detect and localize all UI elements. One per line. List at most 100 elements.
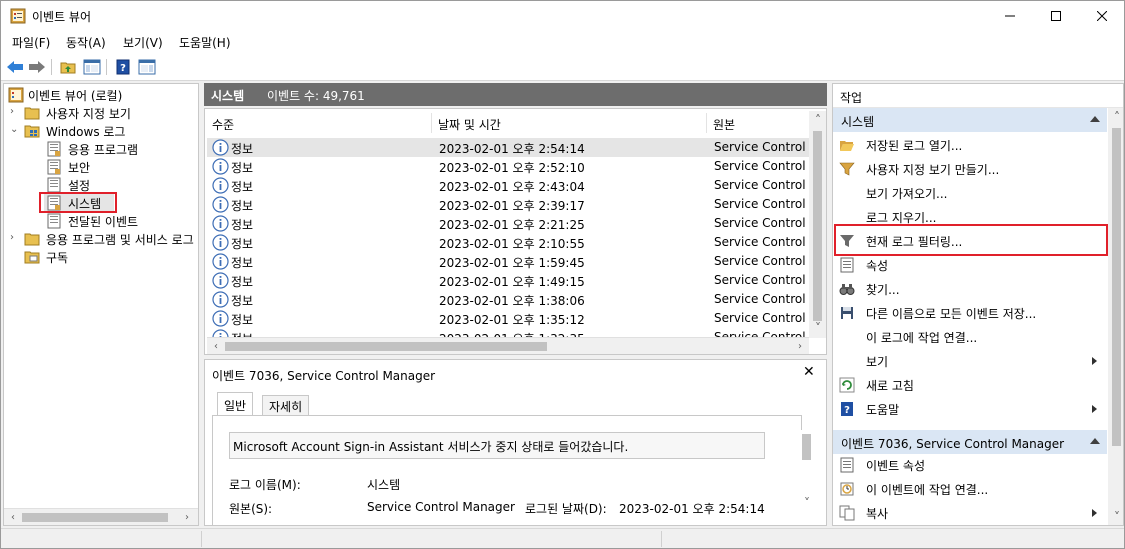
scrollbar-thumb[interactable] [1112,128,1121,446]
action-item[interactable]: 보기 [837,350,1105,372]
menu-file[interactable]: 파일(F) [12,34,50,51]
show-hide-tree-button[interactable] [82,57,102,77]
table-row[interactable]: 정보 2023-02-01 오후 2:39:17 Service Control M… [207,195,810,214]
action-label: 이 이벤트에 작업 연결... [866,483,989,497]
scroll-down-arrow-icon[interactable]: ˅ [1110,510,1123,524]
scroll-left-arrow-icon[interactable]: ‹ [6,510,20,524]
back-button[interactable] [5,57,25,77]
table-row[interactable]: 정보 2023-02-01 오후 2:21:25 Service Control M… [207,214,810,233]
table-row[interactable]: 정보 2023-02-01 오후 1:38:06 Service Control M… [207,290,810,309]
tab-details[interactable]: 자세히 [262,395,310,416]
toolbar: ? [1,53,1124,81]
info-icon [212,234,229,251]
detail-outer-scrollbar[interactable]: ˅ [798,430,815,520]
action-label: 복사 [866,507,889,521]
minimize-button[interactable] [987,1,1033,31]
actions-section-event[interactable]: 이벤트 7036, Service Control Manager [833,430,1107,454]
console-tree: 이벤트 뷰어 (로컬) › 사용자 지정 보기 ⌄ Windows 로그 응용 … [3,83,199,526]
action-item[interactable]: 복사 [837,502,1105,524]
action-item[interactable]: 이벤트 속성 [837,454,1105,476]
action-item[interactable]: 보기 가져오기... [837,182,1105,204]
window-title: 이벤트 뷰어 [32,10,92,24]
copy-icon [839,505,855,521]
help-book-icon: ? [841,402,853,416]
status-bar [1,528,1124,548]
info-icon [212,253,229,270]
table-row[interactable]: 정보 2023-02-01 오후 1:59:45 Service Control M… [207,252,810,271]
table-row[interactable]: 정보 2023-02-01 오후 1:35:12 Service Control M… [207,309,810,328]
section-label: 이벤트 7036, Service Control Manager [841,437,1065,451]
scrollbar-thumb[interactable] [225,342,547,351]
scroll-left-arrow-icon[interactable]: ‹ [209,339,223,353]
scrollbar-thumb[interactable] [22,513,168,522]
menu-help[interactable]: 도움말(H) [179,34,231,51]
column-header-level[interactable]: 수준 [212,116,234,140]
table-row[interactable]: 정보 2023-02-01 오후 2:43:04 Service Control M… [207,176,810,195]
tree-label: 응용 프로그램 [68,143,139,157]
filter-funnel-icon [839,162,855,176]
show-action-pane-button[interactable] [137,57,157,77]
scroll-right-arrow-icon[interactable]: › [180,510,194,524]
event-level: 정보 [231,161,254,175]
refresh-icon [839,377,855,393]
column-separator[interactable] [706,113,707,133]
scrollbar-thumb[interactable] [802,434,811,460]
chevron-down-icon[interactable]: ⌄ [10,125,20,135]
event-datetime: 2023-02-01 오후 2:10:55 [439,237,585,251]
column-header-datetime[interactable]: 날짜 및 시간 [438,116,501,140]
table-row[interactable]: 정보 2023-02-01 오후 1:49:15 Service Control M… [207,271,810,290]
log-icon [47,159,61,175]
table-row[interactable]: 정보 2023-02-01 오후 2:10:55 Service Control M… [207,233,810,252]
events-vertical-scrollbar[interactable]: ˄ ˅ [809,111,826,338]
close-icon [1097,11,1107,21]
event-datetime: 2023-02-01 오후 2:43:04 [439,180,585,194]
collapse-arrow-icon[interactable] [1090,116,1100,122]
chevron-right-icon[interactable]: › [10,107,20,117]
collapse-arrow-icon[interactable] [1090,438,1100,444]
table-row[interactable]: 정보 2023-02-01 오후 2:52:10 Service Control M… [207,157,810,176]
menu-view[interactable]: 보기(V) [123,34,163,51]
action-item[interactable]: 이 로그에 작업 연결... [837,326,1105,348]
info-icon [212,139,229,156]
table-row[interactable]: 정보 2023-02-01 오후 2:54:14 Service Control M… [207,138,810,157]
column-header-source[interactable]: 원본 [713,116,735,140]
actions-vertical-scrollbar[interactable]: ˄ ˅ [1108,108,1123,525]
action-item[interactable]: 찾기... [837,278,1105,300]
action-item[interactable]: 사용자 지정 보기 만들기... [837,158,1105,180]
log-name-field-label: 로그 이름(M): [229,478,301,492]
event-datetime: 2023-02-01 오후 1:35:12 [439,313,585,327]
action-item[interactable]: 다른 이름으로 모든 이벤트 저장... [837,302,1105,324]
tree-label: Windows 로그 [46,125,126,139]
event-level: 정보 [231,142,254,156]
column-separator[interactable] [431,113,432,133]
scroll-down-arrow-icon[interactable]: ˅ [800,496,814,510]
chevron-right-icon[interactable]: › [10,233,20,243]
forward-button[interactable] [27,57,47,77]
submenu-arrow-icon [1092,509,1097,517]
close-button[interactable] [1079,1,1125,31]
filter-highlight-box [834,224,1108,256]
scroll-up-arrow-icon[interactable]: ˄ [1110,110,1123,124]
help-button[interactable]: ? [113,57,133,77]
events-horizontal-scrollbar[interactable]: ‹ › [207,337,809,354]
actions-section-system[interactable]: 시스템 [833,108,1107,132]
scroll-down-arrow-icon[interactable]: ˅ [811,321,825,335]
action-item[interactable]: 이 이벤트에 작업 연결... [837,478,1105,500]
up-folder-button[interactable] [58,57,78,77]
event-level: 정보 [231,237,254,251]
menu-action[interactable]: 동작(A) [66,34,106,51]
action-item[interactable]: 속성 [837,254,1105,276]
scroll-up-arrow-icon[interactable]: ˄ [811,113,825,127]
tab-general[interactable]: 일반 [217,392,254,416]
action-item[interactable]: 저장된 로그 열기... [837,134,1105,156]
tree-label: 전달된 이벤트 [68,215,139,229]
action-item[interactable]: ? 도움말 [837,398,1105,420]
action-item[interactable]: 새로 고침 [837,374,1105,396]
scroll-right-arrow-icon[interactable]: › [793,339,807,353]
action-label: 사용자 지정 보기 만들기... [866,163,1000,177]
close-icon[interactable]: ✕ [803,364,815,380]
event-datetime: 2023-02-01 오후 2:54:14 [439,142,585,156]
maximize-button[interactable] [1033,1,1079,31]
scrollbar-thumb[interactable] [813,131,822,321]
tree-horizontal-scrollbar[interactable]: ‹ › [4,508,198,525]
